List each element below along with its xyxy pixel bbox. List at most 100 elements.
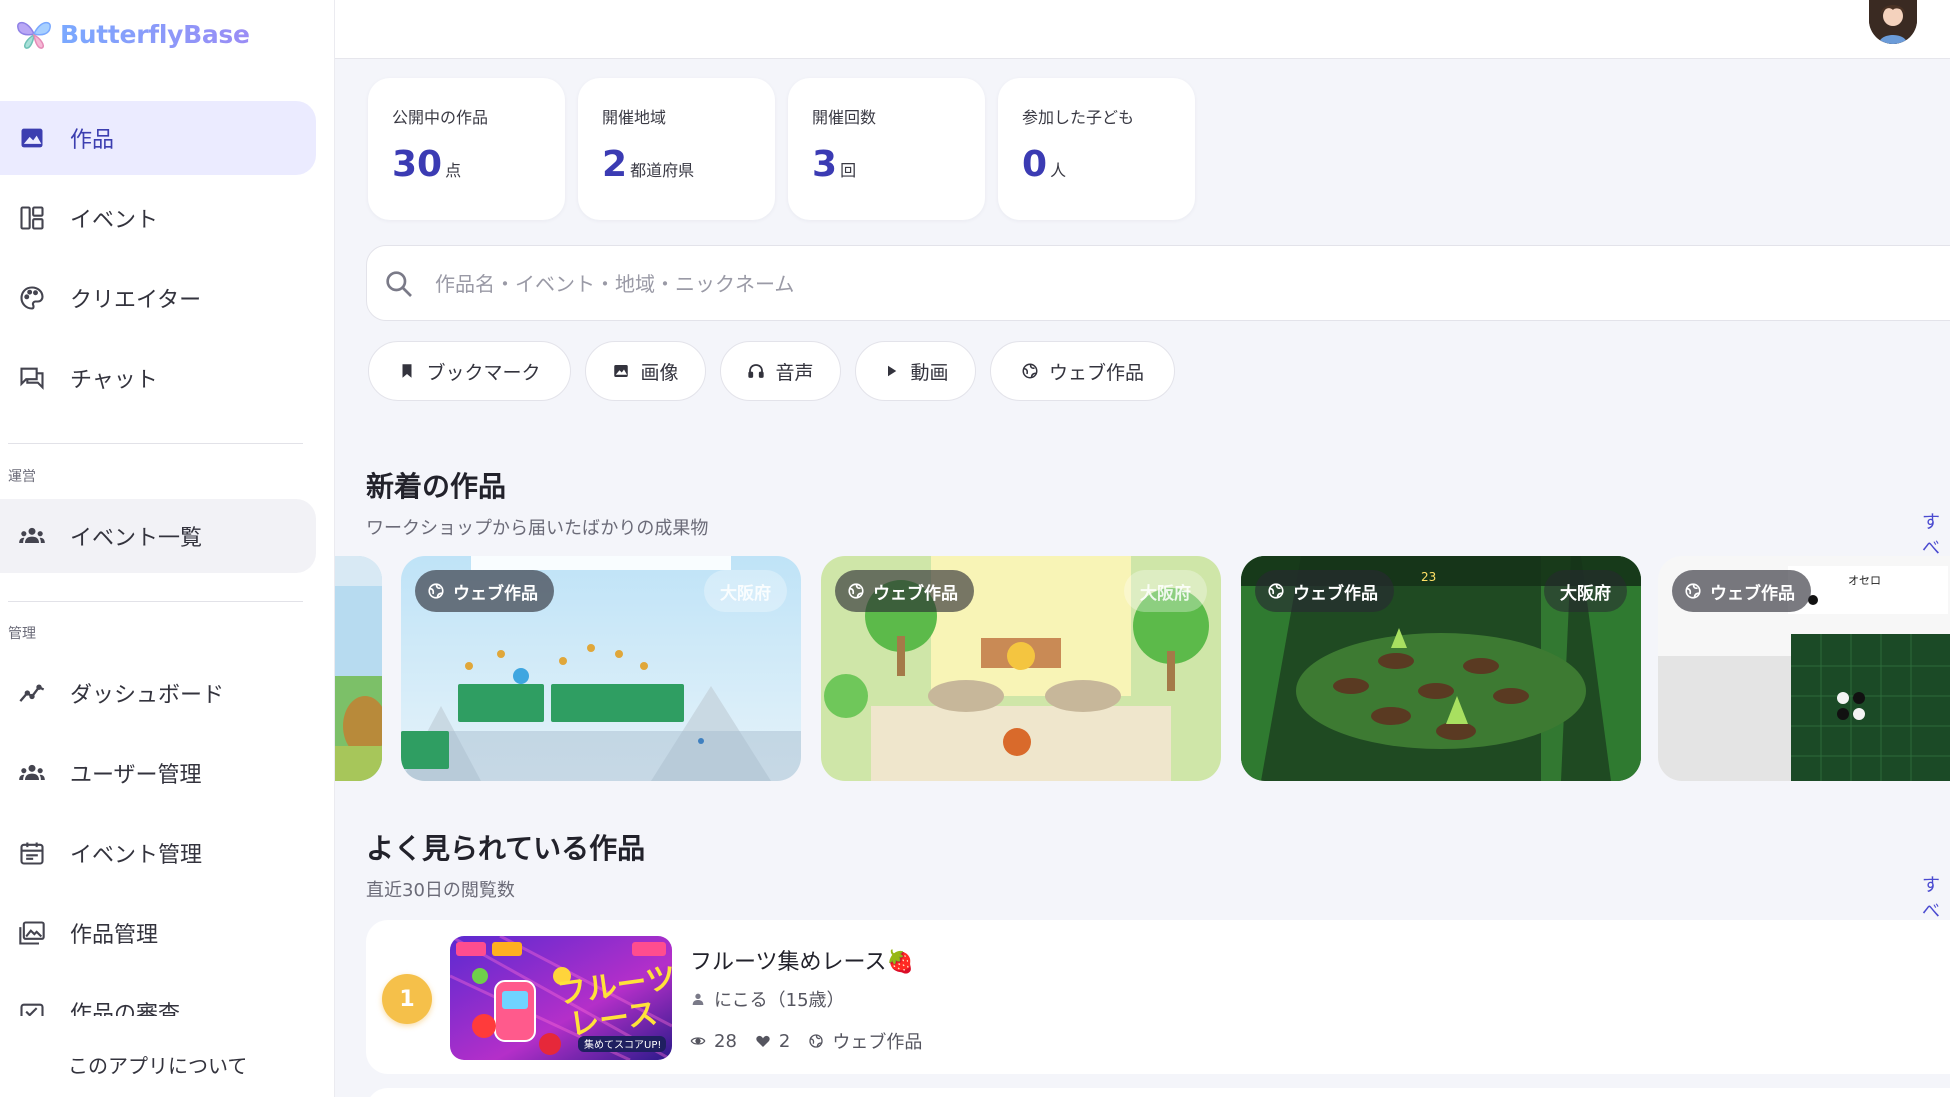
view-count: 28 xyxy=(714,1030,737,1052)
app-name: ButterflyBase xyxy=(60,19,250,49)
work-type-badge: ウェブ作品 xyxy=(415,570,554,612)
fruit-race-thumbnail: フルーツ レース 集めてスコアUP! xyxy=(450,936,672,1060)
headphones-icon xyxy=(748,364,765,378)
sidebar-item-events[interactable]: イベント xyxy=(0,181,316,255)
stat-card-regions: 開催地域 2 都道府県 xyxy=(578,78,775,220)
filter-label: 画像 xyxy=(640,361,679,384)
ranking-item[interactable]: 1 フルーツ レース 集めてスコアUP! フルーツ集めレース🍓 にこる（15歳）… xyxy=(366,920,1950,1074)
globe-icon xyxy=(848,583,864,599)
sidebar-item-label: イベント一覧 xyxy=(70,526,203,551)
sidebar-item-label: 作品管理 xyxy=(70,923,159,948)
image-icon xyxy=(614,365,629,377)
badge-label: ウェブ作品 xyxy=(873,583,958,604)
sidebar-item-user-management[interactable]: ユーザー管理 xyxy=(0,736,316,810)
filter-label: ブックマーク xyxy=(426,361,541,384)
app-logo[interactable]: ButterflyBase xyxy=(14,14,250,54)
work-title[interactable]: フルーツ集めレース🍓 xyxy=(690,944,914,976)
sidebar-item-works[interactable]: 作品 xyxy=(0,101,316,175)
region-tag: 大阪府 xyxy=(704,570,787,612)
globe-icon xyxy=(1685,583,1701,599)
section-subtitle-new-works: ワークショップから届いたばかりの成果物 xyxy=(366,518,709,539)
filter-label: ウェブ作品 xyxy=(1048,361,1144,384)
filter-web-works[interactable]: ウェブ作品 xyxy=(990,341,1175,401)
work-card[interactable]: ウェブ作品 大阪府 xyxy=(821,556,1221,781)
section-label-ops: 運営 xyxy=(8,469,36,485)
stat-label: 公開中の作品 xyxy=(392,108,489,127)
heart-icon xyxy=(756,1035,770,1047)
butterfly-logo-icon xyxy=(17,21,51,49)
section-label-admin: 管理 xyxy=(8,626,36,642)
filter-image[interactable]: 画像 xyxy=(585,341,706,401)
work-card-partial[interactable] xyxy=(335,556,382,781)
region-tag: 大阪府 xyxy=(1544,570,1627,612)
stat-label: 開催回数 xyxy=(812,108,877,127)
stat-unit: 点 xyxy=(445,161,462,180)
sidebar-item-label: イベント管理 xyxy=(70,843,203,868)
eye-icon xyxy=(690,1037,706,1045)
sidebar-item-label: 作品の審査 xyxy=(70,1002,181,1016)
work-type-badge: ウェブ作品 xyxy=(835,570,974,612)
work-thumbnail xyxy=(335,556,382,781)
region-tag: 大阪府 xyxy=(1124,570,1207,612)
person-icon xyxy=(692,993,704,1005)
sidebar-item-work-management[interactable]: 作品管理 xyxy=(0,896,316,970)
globe-icon xyxy=(809,1034,824,1048)
work-card[interactable]: ウェブ作品 大阪府 xyxy=(401,556,801,781)
search-input[interactable] xyxy=(435,268,1635,300)
calendar-icon xyxy=(18,839,46,867)
about-link[interactable]: このアプリについて xyxy=(68,1050,247,1079)
stat-card-public-works: 公開中の作品 30 点 xyxy=(368,78,565,220)
sidebar-item-label: イベント xyxy=(70,208,159,233)
stat-value: 2 都道府県 xyxy=(602,144,694,185)
filter-label: 音声 xyxy=(775,361,814,384)
sidebar-item-label: ダッシュボード xyxy=(70,683,225,708)
play-icon xyxy=(888,365,897,377)
work-author: にこる（15歳） xyxy=(690,986,845,1012)
sidebar-item-event-management[interactable]: イベント管理 xyxy=(0,816,316,890)
sidebar-item-event-list[interactable]: イベント一覧 xyxy=(0,499,316,573)
work-type-badge: ウェブ作品 xyxy=(1255,570,1394,612)
svg-text:オセロ: オセロ xyxy=(1848,574,1881,587)
see-all-new-works-link[interactable]: すべ xyxy=(1922,508,1950,560)
group-icon xyxy=(18,522,46,550)
palette-icon xyxy=(18,284,46,312)
top-bar xyxy=(335,0,1950,59)
sidebar-item-work-review[interactable]: 作品の審査 xyxy=(0,976,316,1016)
badge-label: ウェブ作品 xyxy=(1710,583,1795,604)
sidebar-item-label: ユーザー管理 xyxy=(70,763,202,788)
svg-text:23: 23 xyxy=(1421,570,1436,584)
like-count: 2 xyxy=(778,1030,791,1052)
work-type: ウェブ作品 xyxy=(832,1032,923,1053)
globe-icon xyxy=(1022,363,1038,379)
see-all-popular-link[interactable]: すべ xyxy=(1922,871,1950,923)
stat-unit: 人 xyxy=(1050,161,1067,180)
badge-label: ウェブ作品 xyxy=(453,583,538,604)
chat-icon xyxy=(18,364,46,392)
filter-bookmark[interactable]: ブックマーク xyxy=(368,341,571,401)
author-name: にこる（15歳） xyxy=(714,990,845,1011)
sidebar-item-dashboard[interactable]: ダッシュボード xyxy=(0,656,316,730)
stat-label: 開催地域 xyxy=(602,108,667,127)
svg-text:集めてスコアUP!: 集めてスコアUP! xyxy=(584,1038,661,1051)
stat-number: 30 xyxy=(392,144,443,185)
stat-card-children: 参加した子ども 0 人 xyxy=(998,78,1195,220)
stat-value: 3 回 xyxy=(812,144,856,185)
ranking-item-next[interactable] xyxy=(366,1088,1950,1097)
gallery-icon xyxy=(18,919,46,947)
globe-icon xyxy=(428,583,444,599)
section-title-popular: よく見られている作品 xyxy=(366,832,646,865)
work-card[interactable]: 23 ウェブ作品 大阪府 xyxy=(1241,556,1641,781)
sidebar-item-chat[interactable]: チャット xyxy=(0,341,316,415)
stat-value: 30 点 xyxy=(392,144,461,185)
sidebar-item-label: チャット xyxy=(70,368,158,393)
filter-audio[interactable]: 音声 xyxy=(720,341,841,401)
sidebar-divider xyxy=(8,443,303,444)
sidebar-item-label: 作品 xyxy=(70,128,115,153)
stat-label: 参加した子ども xyxy=(1022,108,1135,127)
sidebar-divider xyxy=(8,601,303,602)
filter-video[interactable]: 動画 xyxy=(855,341,976,401)
section-title-new-works: 新着の作品 xyxy=(366,470,507,503)
work-card[interactable]: オセロ ウェブ作品 xyxy=(1658,556,1950,781)
sidebar-item-creators[interactable]: クリエイター xyxy=(0,261,316,335)
stat-value: 0 人 xyxy=(1022,144,1066,185)
